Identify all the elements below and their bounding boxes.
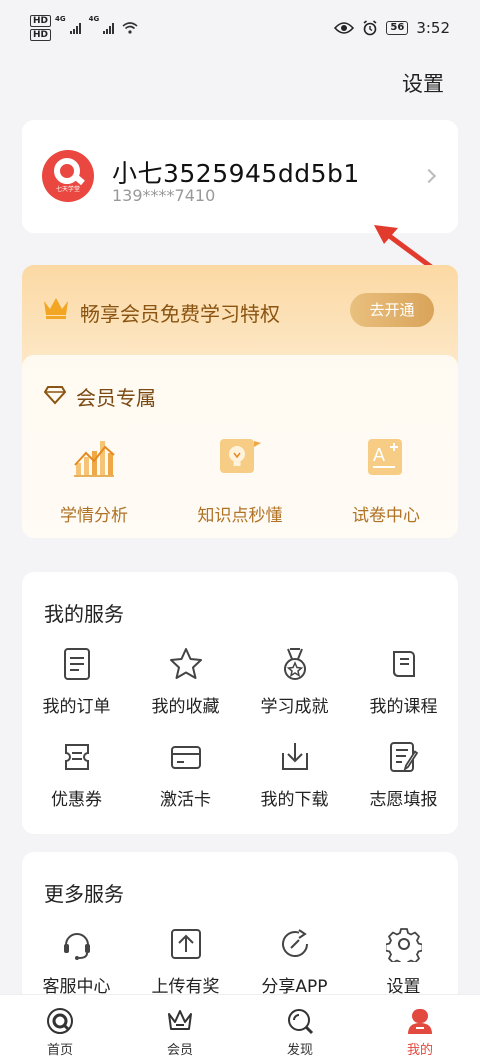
item-label: 优惠券 (51, 790, 102, 810)
service-my-courses[interactable]: 我的课程 (349, 646, 458, 717)
item-label: 我的下载 (260, 790, 329, 810)
status-right: 56 3:52 (334, 19, 450, 37)
clock: 3:52 (416, 19, 450, 37)
course-book-icon (392, 651, 415, 677)
home-icon (47, 1008, 73, 1034)
service-coupons[interactable]: 优惠券 (22, 739, 131, 810)
eye-icon (334, 22, 355, 34)
item-label: 志愿填报 (369, 790, 438, 810)
chart-icon (74, 441, 115, 477)
more-services-grid: 客服中心 上传有奖 分享APP 设置 (22, 926, 458, 997)
download-icon (281, 743, 308, 770)
signal-icon-2 (103, 22, 115, 34)
avatar-logo-text: 七天学堂 (55, 186, 80, 193)
vip-open-button[interactable]: 去开通 (350, 293, 434, 327)
crown-icon (168, 1010, 192, 1030)
service-my-favorites[interactable]: 我的收藏 (131, 646, 240, 717)
vip-section-title: 会员专属 (76, 386, 156, 410)
my-services-grid: 我的订单 我的收藏 学习成就 我的课程 优惠券 激活卡 我的下载 志愿填报 (22, 646, 458, 810)
user-phone: 139****7410 (112, 186, 216, 205)
order-icon (63, 648, 90, 680)
perk-label: 知识点秒懂 (197, 506, 283, 526)
vip-banner-text: 畅享会员免费学习特权 (80, 302, 280, 326)
section-title: 更多服务 (44, 882, 124, 906)
network-indicators: HD HD 4G 4G (30, 15, 138, 41)
settings-link[interactable]: 设置 (402, 68, 444, 98)
coupon-icon (64, 744, 89, 770)
item-label: 学习成就 (260, 697, 329, 717)
status-bar: HD HD 4G 4G 56 3:52 (0, 0, 480, 56)
service-my-downloads[interactable]: 我的下载 (240, 739, 349, 810)
bottom-tab-bar: 首页 会员 发现 我的 (0, 994, 480, 1061)
star-icon (169, 648, 202, 679)
service-settings[interactable]: 设置 (349, 926, 458, 997)
chevron-right-icon (421, 168, 437, 184)
vip-card: 畅享会员免费学习特权 去开通 会员专属 学情分析 知识点秒懂 A 试卷中心 (22, 265, 458, 538)
vip-exclusive-panel: 会员专属 学情分析 知识点秒懂 A 试卷中心 (22, 355, 458, 538)
service-customer-center[interactable]: 客服中心 (22, 926, 131, 997)
tab-home[interactable]: 首页 (0, 995, 120, 1061)
service-achievements[interactable]: 学习成就 (240, 646, 349, 717)
perk-label: 试卷中心 (352, 506, 420, 526)
upload-icon (170, 929, 201, 959)
share-icon (281, 929, 308, 958)
gear-icon (385, 928, 422, 962)
hd-badge: HD (30, 15, 52, 27)
perk-exam-center[interactable]: A 试卷中心 (326, 435, 446, 526)
signal-icon (69, 22, 81, 34)
perk-study-analysis[interactable]: 学情分析 (34, 435, 154, 526)
alarm-icon (363, 20, 377, 36)
headset-icon (63, 933, 90, 960)
perk-knowledge[interactable]: 知识点秒懂 (180, 435, 300, 526)
avatar[interactable]: 七天学堂 (42, 150, 94, 202)
tab-membership[interactable]: 会员 (120, 995, 240, 1061)
svg-text:A: A (373, 445, 385, 465)
tab-discover[interactable]: 发现 (240, 995, 360, 1061)
wifi-icon (122, 22, 138, 34)
application-form-icon (389, 742, 418, 772)
profile-card[interactable]: 七天学堂 小七3525945dd5b1 139****7410 (22, 120, 458, 233)
tab-label: 我的 (406, 1043, 433, 1058)
tab-label: 会员 (166, 1043, 193, 1058)
medal-icon (283, 648, 306, 680)
network-type-a: 4G (55, 15, 66, 23)
service-my-orders[interactable]: 我的订单 (22, 646, 131, 717)
item-label: 我的收藏 (151, 697, 220, 717)
tab-label: 首页 (46, 1043, 73, 1058)
card-icon (170, 746, 201, 769)
tab-label: 发现 (286, 1043, 313, 1058)
my-services-card: 我的服务 我的订单 我的收藏 学习成就 我的课程 优惠券 激活卡 我的下载 志愿… (22, 572, 458, 834)
section-title: 我的服务 (44, 602, 124, 626)
lightbulb-icon (220, 439, 261, 473)
profile-icon (408, 1009, 432, 1034)
service-upload-reward[interactable]: 上传有奖 (131, 926, 240, 997)
diamond-icon (44, 386, 66, 405)
perk-label: 学情分析 (60, 506, 128, 526)
discover-icon (288, 1009, 314, 1035)
service-application-form[interactable]: 志愿填报 (349, 739, 458, 810)
item-label: 我的课程 (369, 697, 438, 717)
battery-icon: 56 (386, 21, 409, 35)
item-label: 激活卡 (160, 790, 211, 810)
service-activation-card[interactable]: 激活卡 (131, 739, 240, 810)
service-share-app[interactable]: 分享APP (240, 926, 349, 997)
hd-badge-2: HD (30, 29, 52, 41)
tab-mine[interactable]: 我的 (360, 995, 480, 1061)
crown-icon (44, 298, 68, 319)
exam-paper-icon: A (368, 439, 402, 475)
item-label: 我的订单 (42, 697, 111, 717)
network-type-b: 4G (88, 15, 100, 23)
user-name: 小七3525945dd5b1 (112, 159, 360, 188)
